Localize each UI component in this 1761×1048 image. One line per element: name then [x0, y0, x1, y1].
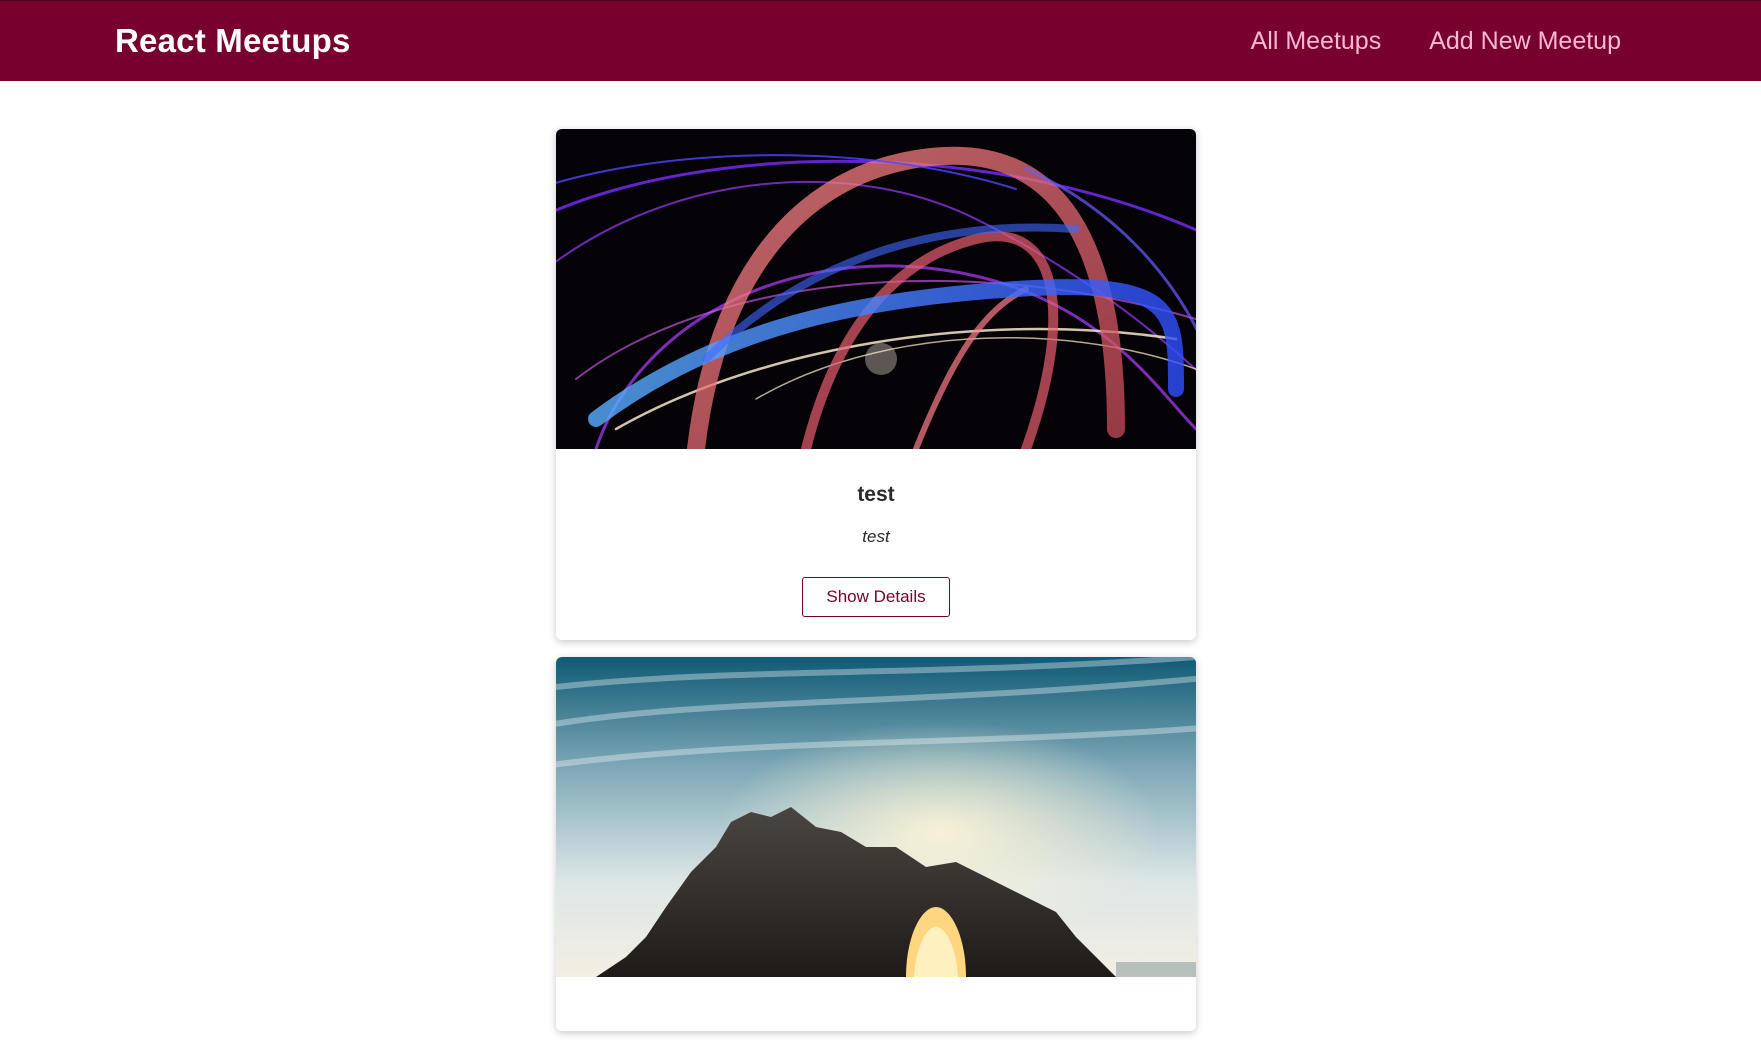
show-details-button[interactable]: Show Details — [802, 577, 950, 617]
meetup-image — [556, 129, 1196, 449]
meetup-list: test test Show Details — [556, 129, 1196, 1048]
meetup-title: test — [857, 483, 895, 506]
meetup-card: test test Show Details — [556, 129, 1196, 640]
nav-item-all-meetups: All Meetups — [1251, 27, 1382, 56]
meetup-description: test — [862, 527, 890, 546]
nav-item-add-new-meetup: Add New Meetup — [1429, 27, 1621, 56]
meetup-image — [556, 657, 1196, 977]
meetup-card — [556, 657, 1196, 1031]
meetup-card-content: test test — [556, 449, 1196, 547]
logo: React Meetups — [115, 22, 351, 59]
main-header: React Meetups All Meetups Add New Meetup — [0, 0, 1761, 81]
main-nav: All Meetups Add New Meetup — [1251, 27, 1621, 56]
all-meetups-link[interactable]: All Meetups — [1251, 27, 1382, 55]
meetup-card-content — [556, 977, 1196, 1011]
meetup-card-actions: Show Details — [556, 547, 1196, 640]
add-new-meetup-link[interactable]: Add New Meetup — [1429, 27, 1621, 55]
